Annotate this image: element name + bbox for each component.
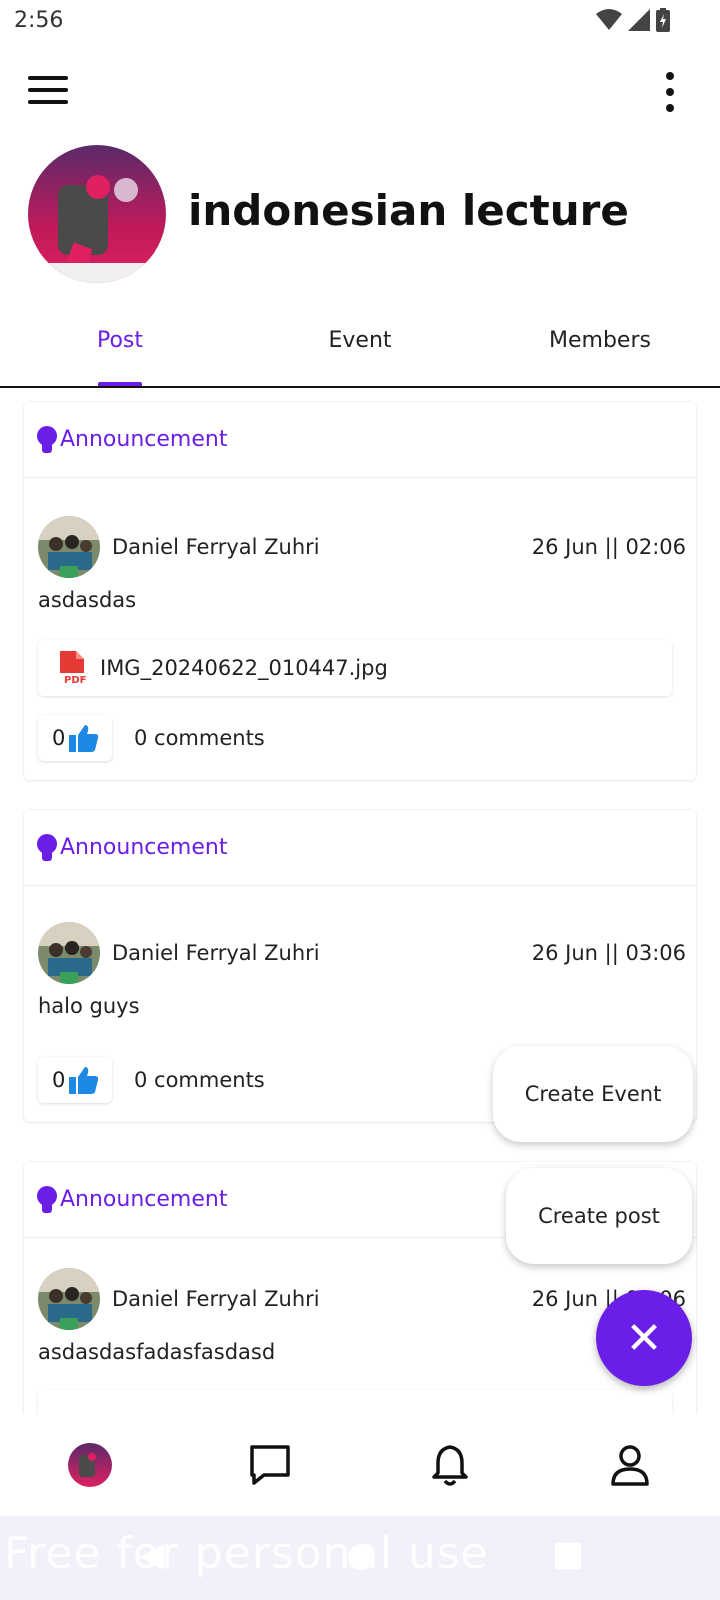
author-avatar[interactable] [38, 922, 100, 984]
like-count: 0 [52, 1068, 66, 1092]
post-category: Announcement [60, 835, 228, 860]
status-icons [596, 8, 670, 32]
app-bar [0, 60, 720, 120]
thumbs-up-icon [69, 1067, 99, 1094]
create-event-button[interactable]: Create Event [493, 1046, 693, 1142]
nav-group-avatar[interactable] [60, 1435, 120, 1495]
author-name: Daniel Ferryal Zuhri [112, 941, 320, 965]
svg-text:PDF: PDF [64, 675, 86, 685]
watermark: Free for personal use [4, 1528, 489, 1579]
comments-link[interactable]: 0 comments [134, 1068, 265, 1092]
post-author-row: Daniel Ferryal Zuhri 26 Jun || 03:06 [38, 1268, 686, 1330]
tab-event[interactable]: Event [240, 312, 480, 386]
attachment-item[interactable]: PDF IMG_20240622_010447.jpg [38, 640, 672, 696]
tab-members[interactable]: Members [480, 312, 720, 386]
post-text: asdasdasfadasfasdasd [38, 1340, 276, 1364]
post-meta-row: 0 0 comments [38, 715, 265, 761]
post-card[interactable]: Announcement Daniel Ferryal Zuhri 26 Jun… [24, 402, 696, 780]
signal-icon [628, 9, 650, 31]
bottom-nav [0, 1414, 720, 1516]
close-icon: ✕ [625, 1312, 663, 1364]
status-time: 2:56 [14, 8, 64, 33]
post-category-header: Announcement [24, 402, 696, 478]
post-category: Announcement [60, 427, 228, 452]
author-name: Daniel Ferryal Zuhri [112, 1287, 320, 1311]
like-count: 0 [52, 726, 66, 750]
pdf-file-icon: PDF [58, 651, 90, 686]
post-time: 26 Jun || 03:06 [531, 941, 686, 965]
profile-icon[interactable] [600, 1435, 660, 1495]
post-text: asdasdas [38, 588, 137, 612]
post-time: 26 Jun || 02:06 [531, 535, 686, 559]
tab-post[interactable]: Post [0, 312, 240, 386]
author-avatar[interactable] [38, 1268, 100, 1330]
lightbulb-icon [36, 833, 58, 862]
group-avatar [28, 145, 166, 283]
tab-bar: Post Event Members [0, 312, 720, 388]
close-fab-button[interactable]: ✕ [596, 1290, 692, 1386]
menu-icon[interactable] [26, 70, 70, 110]
status-bar: 2:56 [0, 0, 720, 44]
post-author-row: Daniel Ferryal Zuhri 26 Jun || 02:06 [38, 516, 686, 578]
more-options-icon[interactable] [660, 72, 680, 112]
recents-icon[interactable] [554, 1542, 582, 1570]
comments-link[interactable]: 0 comments [134, 726, 265, 750]
post-category-header: Announcement [24, 810, 696, 886]
post-meta-row: 0 0 comments [38, 1057, 265, 1103]
author-avatar[interactable] [38, 516, 100, 578]
attachment-item[interactable] [38, 1390, 672, 1414]
bell-icon[interactable] [420, 1435, 480, 1495]
post-text: halo guys [38, 994, 140, 1018]
create-post-button[interactable]: Create post [506, 1168, 692, 1264]
like-button[interactable]: 0 [38, 715, 112, 761]
battery-icon [656, 8, 670, 32]
author-name: Daniel Ferryal Zuhri [112, 535, 320, 559]
chat-icon[interactable] [240, 1435, 300, 1495]
lightbulb-icon [36, 1185, 58, 1214]
like-button[interactable]: 0 [38, 1057, 112, 1103]
group-title: indonesian lecture [188, 186, 629, 235]
lightbulb-icon [36, 425, 58, 454]
post-author-row: Daniel Ferryal Zuhri 26 Jun || 03:06 [38, 922, 686, 984]
thumbs-up-icon [69, 725, 99, 752]
attachment-name: IMG_20240622_010447.jpg [100, 656, 388, 680]
post-category: Announcement [60, 1187, 228, 1212]
wifi-icon [596, 9, 622, 30]
